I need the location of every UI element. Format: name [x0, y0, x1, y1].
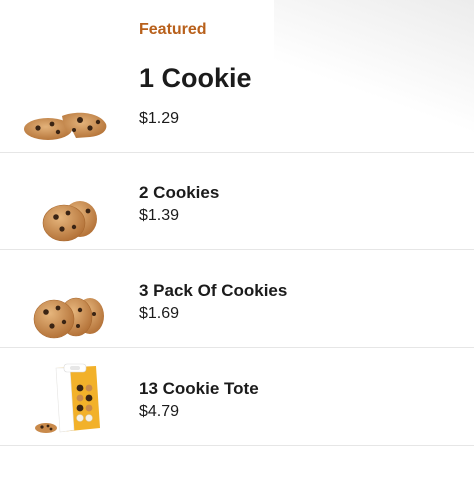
divider: [0, 445, 474, 446]
menu-item-2-cookies[interactable]: 2 Cookies $1.39: [0, 153, 474, 249]
cookie-stack-icon: [32, 296, 106, 340]
menu-item-3-pack[interactable]: 3 Pack Of Cookies $1.69: [0, 250, 474, 347]
item-price: $4.79: [139, 403, 180, 420]
item-price: $1.39: [139, 207, 180, 224]
menu-item-13-tote[interactable]: 13 Cookie Tote $4.79: [0, 348, 474, 445]
item-price: $1.29: [139, 110, 180, 127]
item-name: 3 Pack Of Cookies: [139, 281, 288, 300]
menu-item-1-cookie[interactable]: 1 Cookie $1.29: [0, 0, 474, 152]
item-name: 2 Cookies: [139, 183, 220, 202]
item-name: 1 Cookie: [139, 63, 252, 93]
cookie-tote-icon: [34, 362, 104, 436]
cookie-broken-icon: [18, 104, 110, 144]
item-name: 13 Cookie Tote: [139, 379, 259, 398]
menu-page: Featured 1 Cookie $1.29 2 Cookies $1.39 …: [0, 0, 474, 482]
item-price: $1.69: [139, 305, 180, 322]
cookie-pair-icon: [40, 199, 100, 243]
